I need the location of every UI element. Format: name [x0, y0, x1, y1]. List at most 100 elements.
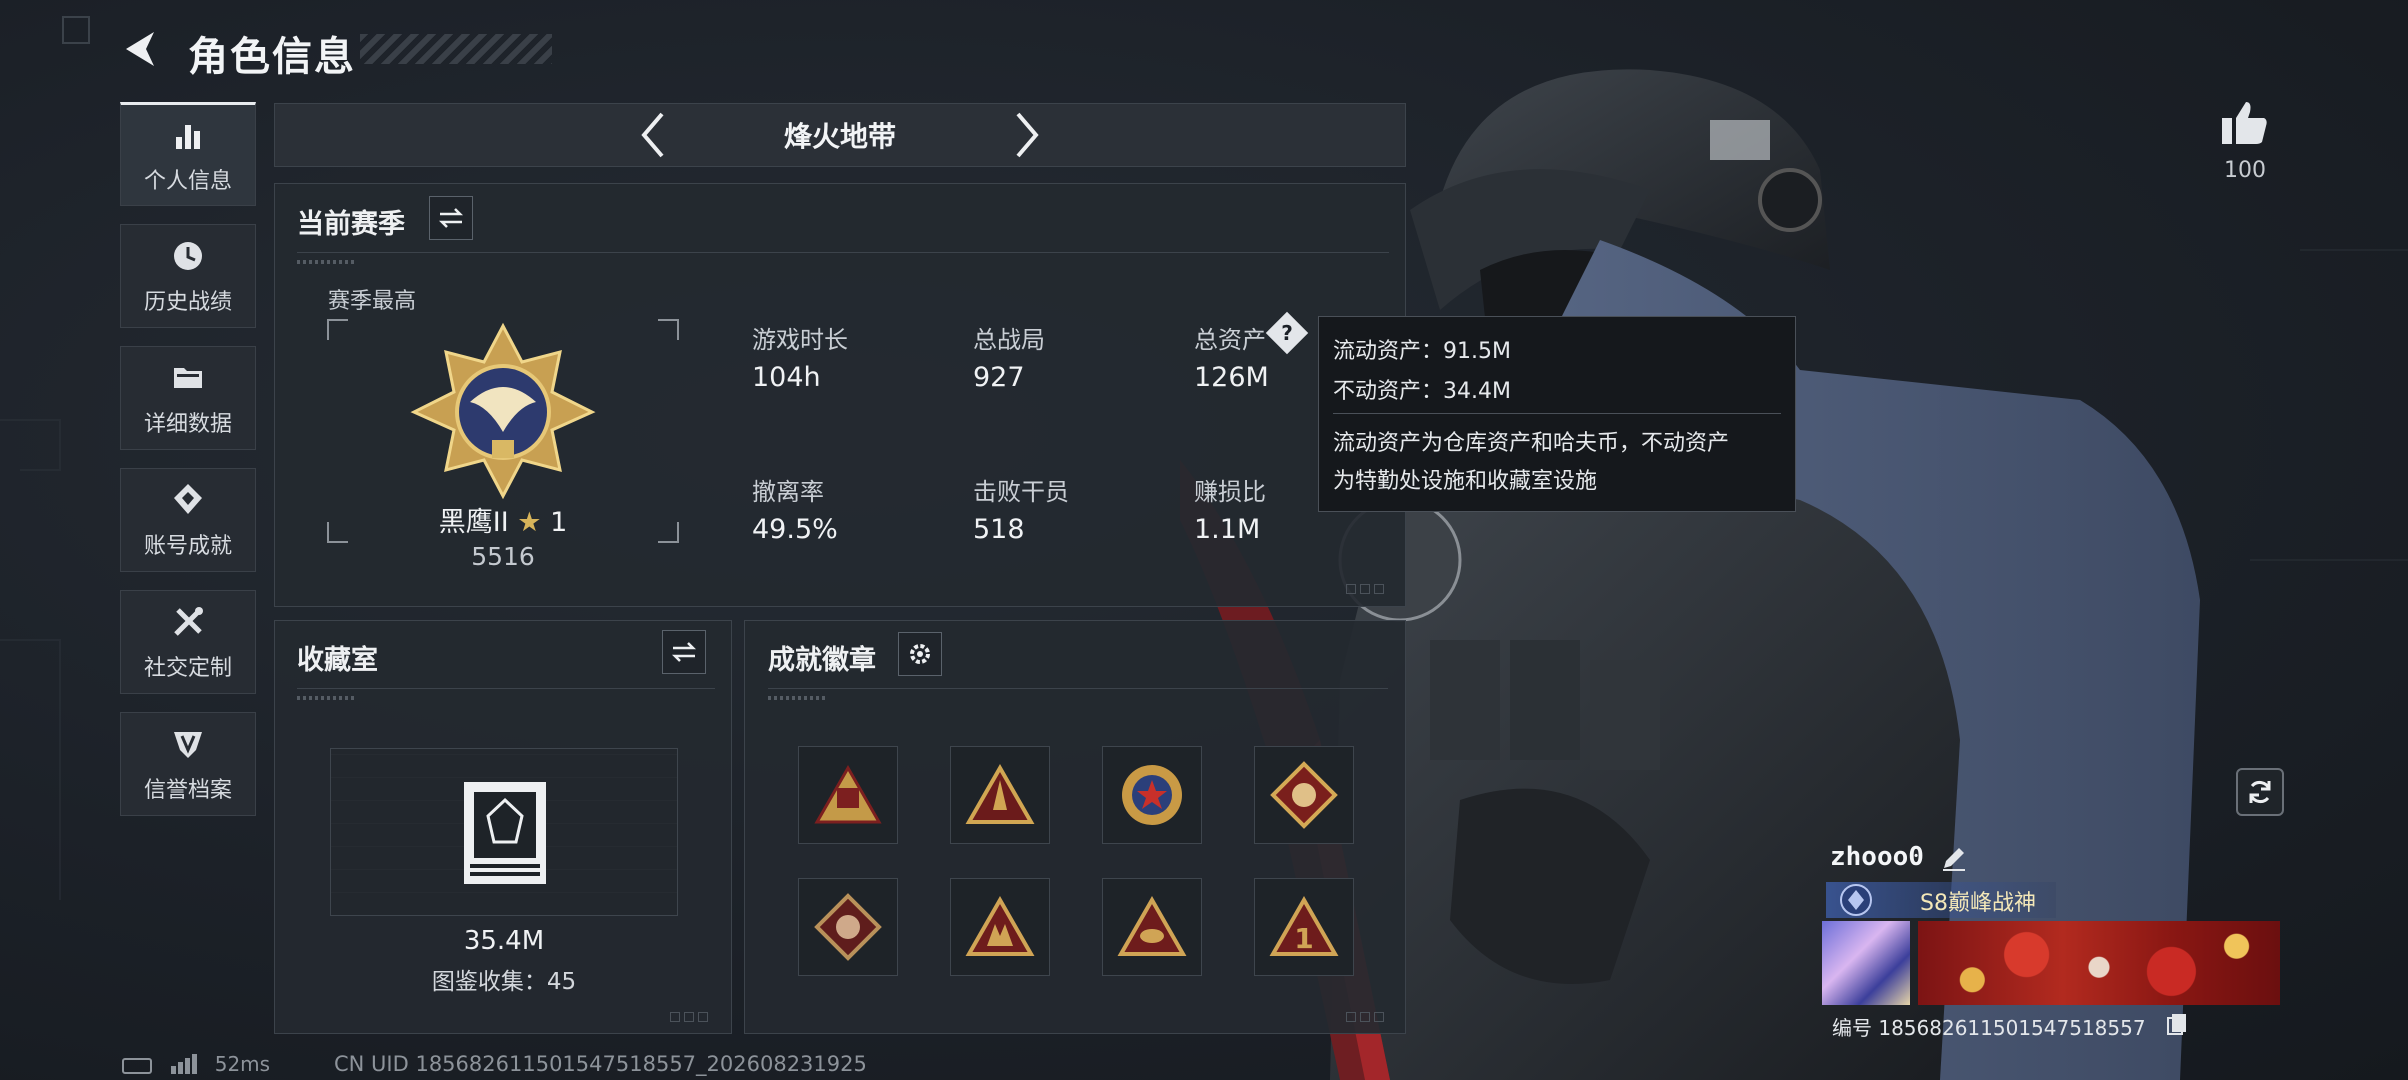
back-arrow-icon[interactable]: [118, 26, 164, 72]
stat-value-profit-ratio: 1.1M: [1194, 514, 1261, 545]
achievements-title: 成就徽章: [768, 645, 876, 676]
rotate-model-button[interactable]: [2236, 768, 2284, 816]
folder-icon: [174, 368, 202, 388]
corner-marks-decor: [1346, 1012, 1390, 1022]
assets-tooltip: 流动资产：91.5M 不动资产：34.4M 流动资产为仓库资产和哈夫币，不动资产…: [1318, 316, 1796, 512]
sidebar-item-label: 社交定制: [143, 656, 232, 681]
ping-value: 52ms: [214, 1052, 271, 1076]
stripe-decor: [297, 696, 357, 700]
stat-label-play-time: 游戏时长: [752, 326, 848, 354]
badge-slot-3[interactable]: [1102, 746, 1202, 844]
stat-value-total-matches: 927: [973, 362, 1025, 393]
stripe-decor: [768, 696, 828, 700]
sidebar-item-label: 个人信息: [143, 169, 232, 194]
thumbs-up-icon[interactable]: [2218, 98, 2270, 148]
corner-marks-decor: [1346, 584, 1390, 594]
footer-uid: CN UID 185682611501547518557_20260823192…: [334, 1052, 867, 1076]
sidebar-item-label: 账号成就: [143, 534, 232, 559]
stat-value-kills: 518: [973, 514, 1025, 545]
season-title: 当前赛季: [297, 209, 405, 240]
stat-value-extract-rate: 49.5%: [752, 514, 838, 545]
rank-stars: 1: [550, 507, 568, 538]
rank-emblem-icon: [410, 322, 596, 500]
page-title: 角色信息: [188, 34, 356, 80]
swap-icon: [671, 642, 697, 662]
collection-value: 35.4M: [463, 926, 545, 956]
tooltip-desc-2: 为特勤处设施和收藏室设施: [1333, 469, 1598, 494]
season-swap-button[interactable]: [429, 196, 473, 240]
season-divider: [297, 252, 1389, 253]
copy-icon[interactable]: [2166, 1012, 2188, 1036]
rocket-badge-icon: [965, 764, 1035, 824]
player-uid: 编号 185682611501547518557: [1832, 1016, 2146, 1040]
chevron-right-icon[interactable]: [1010, 110, 1044, 160]
stat-label-total-matches: 总战局: [973, 326, 1045, 354]
collection-swap-button[interactable]: [662, 630, 706, 674]
star-badge-icon: [1122, 765, 1182, 825]
avatar-frame[interactable]: [1822, 921, 1910, 1005]
vault-icon: [464, 782, 546, 884]
dragon-badge-icon: [814, 893, 882, 961]
player-card: zhooo0 S8巅峰战神 编号 185682611501547518557: [1822, 842, 2288, 1040]
stat-label-extract-rate: 撤离率: [752, 478, 824, 506]
mode-tab-current: 烽火地带: [783, 120, 896, 153]
svg-text:1: 1: [1294, 922, 1313, 955]
badge-slot-8[interactable]: 1: [1254, 878, 1354, 976]
stat-label-profit-ratio: 赚损比: [1194, 478, 1266, 506]
rank-title-icon: [1840, 884, 1872, 916]
like-count: 100: [2224, 158, 2266, 183]
achievements-settings-button[interactable]: [898, 632, 942, 676]
number-one-badge-icon: 1: [1269, 896, 1339, 956]
achievements-divider: [768, 688, 1388, 689]
swap-icon: [438, 208, 464, 228]
sidebar-item-social-custom[interactable]: 社交定制: [120, 590, 256, 694]
stat-label-total-assets: 总资产: [1194, 326, 1266, 354]
edit-pencil-icon[interactable]: [1940, 844, 1968, 872]
signal-icon: [170, 1052, 198, 1079]
stat-value-total-assets: 126M: [1194, 362, 1269, 393]
refresh-icon: [2249, 781, 2271, 803]
tooltip-fixed: 不动资产：34.4M: [1333, 379, 1511, 404]
stat-value-play-time: 104h: [752, 362, 821, 393]
sidebar-item-reputation[interactable]: 信誉档案: [120, 712, 256, 816]
stripe-decor: [297, 260, 357, 264]
sidebar-item-history[interactable]: 历史战绩: [120, 224, 256, 328]
sidebar-item-label: 详细数据: [143, 412, 232, 437]
profile-banner[interactable]: [1918, 921, 2280, 1005]
dragon-badge-icon: [1270, 761, 1338, 829]
battery-icon: [122, 1057, 152, 1074]
collection-divider: [297, 688, 715, 689]
sidebar-item-account-achievements[interactable]: 账号成就: [120, 468, 256, 572]
shield-icon: [174, 732, 202, 758]
achievement-icon: [174, 484, 202, 514]
clock-icon: [174, 242, 202, 270]
triangle-badge-icon: [814, 764, 882, 824]
badge-slot-4[interactable]: [1254, 746, 1354, 844]
corner-square-decor: [62, 16, 90, 44]
badge-slot-6[interactable]: [950, 878, 1050, 976]
sidebar-item-label: 信誉档案: [143, 778, 232, 803]
rank-points: 5516: [471, 542, 535, 571]
title-stripe-decor: [360, 34, 552, 64]
status-bar: 52ms: [122, 1052, 270, 1079]
rank-name-row: 黑鹰II ★ 1: [326, 500, 680, 539]
gear-icon: [910, 644, 930, 664]
badge-slot-5[interactable]: [798, 878, 898, 976]
tools-icon: [174, 607, 203, 636]
badge-slot-1[interactable]: [798, 746, 898, 844]
badge-slot-2[interactable]: [950, 746, 1050, 844]
stat-label-kills: 击败干员: [973, 478, 1069, 506]
badge-slot-7[interactable]: [1102, 878, 1202, 976]
rank-title-text: S8巅峰战神: [1920, 891, 2036, 916]
collection-catalog: 图鉴收集：45: [431, 969, 577, 995]
corner-marks-decor: [670, 1012, 714, 1022]
help-icon-glyph: ?: [1281, 321, 1293, 345]
star-icon: ★: [517, 507, 542, 538]
player-name: zhooo0: [1830, 842, 1924, 872]
eye-badge-icon: [1117, 896, 1187, 956]
season-best-label: 赛季最高: [328, 289, 417, 314]
sidebar-item-detail-data[interactable]: 详细数据: [120, 346, 256, 450]
collection-title: 收藏室: [297, 645, 378, 676]
soldiers-badge-icon: [965, 896, 1035, 956]
sidebar-item-label: 历史战绩: [143, 290, 232, 315]
